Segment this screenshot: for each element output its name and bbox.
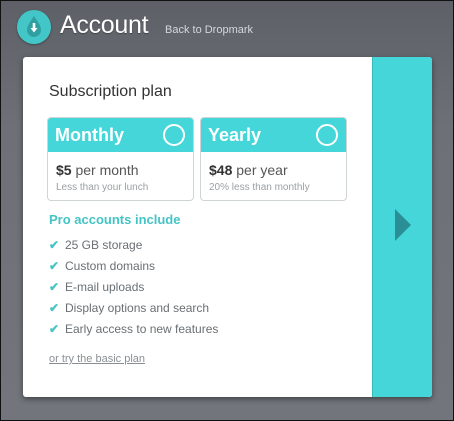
list-item: ✔ Display options and search bbox=[49, 301, 218, 322]
feature-list: ✔ 25 GB storage ✔ Custom domains ✔ E-mail u… bbox=[49, 238, 218, 343]
feature-label: E-mail uploads bbox=[65, 280, 145, 294]
plan-name: Yearly bbox=[208, 125, 262, 145]
feature-label: Early access to new features bbox=[65, 322, 219, 336]
subscription-panel: Subscription plan Monthly $5 per month L… bbox=[23, 57, 432, 397]
try-basic-plan-link[interactable]: or try the basic plan bbox=[49, 353, 145, 365]
dropmark-logo-icon[interactable] bbox=[17, 10, 51, 44]
feature-label: Display options and search bbox=[65, 301, 210, 315]
pro-accounts-title: Pro accounts include bbox=[49, 212, 181, 227]
check-icon: ✔ bbox=[49, 322, 60, 336]
list-item: ✔ Custom domains bbox=[49, 259, 218, 280]
plan-price-line: $5 per month bbox=[56, 162, 139, 178]
plan-period: per year bbox=[236, 162, 288, 178]
plan-note: Less than your lunch bbox=[56, 182, 149, 193]
feature-label: 25 GB storage bbox=[65, 238, 143, 252]
plan-price-line: $48 per year bbox=[209, 162, 288, 178]
plan-name: Monthly bbox=[55, 125, 124, 145]
list-item: ✔ E-mail uploads bbox=[49, 280, 218, 301]
plan-period: per month bbox=[75, 162, 139, 178]
radio-circle-icon[interactable] bbox=[316, 124, 338, 146]
list-item: ✔ Early access to new features bbox=[49, 322, 218, 343]
feature-label: Custom domains bbox=[65, 259, 156, 273]
check-icon: ✔ bbox=[49, 280, 60, 294]
plan-header: Yearly bbox=[201, 118, 346, 152]
plan-card-yearly[interactable]: Yearly $48 per year 20% less than monthl… bbox=[200, 117, 347, 201]
plan-price: $48 bbox=[209, 162, 233, 178]
arrow-right-icon bbox=[395, 209, 411, 241]
check-icon: ✔ bbox=[49, 259, 60, 273]
radio-circle-icon[interactable] bbox=[163, 124, 185, 146]
plan-note: 20% less than monthly bbox=[209, 182, 310, 193]
list-item: ✔ 25 GB storage bbox=[49, 238, 218, 259]
plan-header: Monthly bbox=[48, 118, 193, 152]
app-window: Account Back to Dropmark Subscription pl… bbox=[0, 0, 454, 421]
next-step-button[interactable] bbox=[372, 57, 432, 397]
check-icon: ✔ bbox=[49, 238, 60, 252]
plan-card-monthly[interactable]: Monthly $5 per month Less than your lunc… bbox=[47, 117, 194, 201]
subscription-title: Subscription plan bbox=[49, 83, 172, 100]
check-icon: ✔ bbox=[49, 301, 60, 315]
plan-price: $5 bbox=[56, 162, 72, 178]
page-title: Account bbox=[60, 11, 149, 39]
back-to-dropmark-link[interactable]: Back to Dropmark bbox=[165, 24, 253, 36]
